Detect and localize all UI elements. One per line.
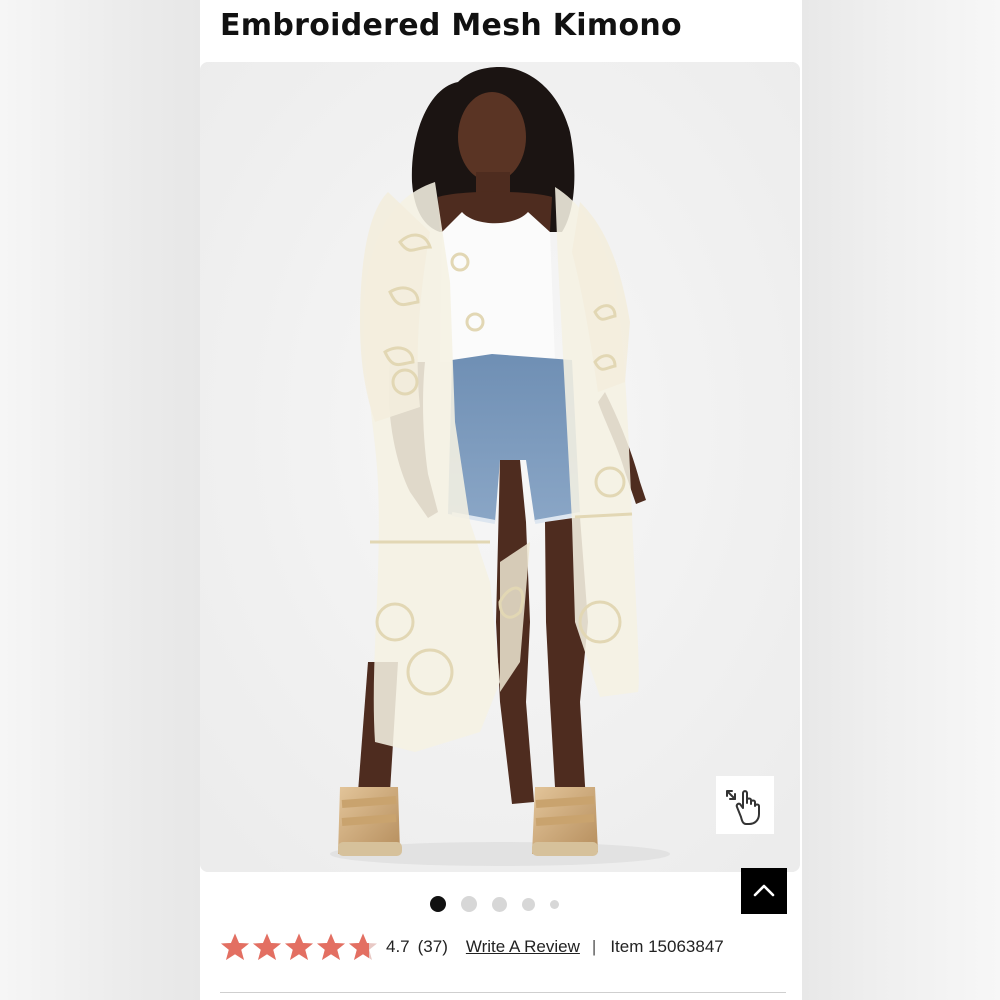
pagination-dot[interactable] bbox=[430, 896, 446, 912]
background-right bbox=[802, 0, 1000, 1000]
star-icon bbox=[253, 933, 281, 960]
star-icon bbox=[349, 933, 377, 960]
pagination-dot[interactable] bbox=[492, 896, 507, 912]
separator: | bbox=[591, 937, 597, 956]
item-number: Item 15063847 bbox=[610, 937, 724, 956]
chevron-up-icon bbox=[753, 884, 775, 897]
zoom-button[interactable] bbox=[716, 776, 774, 834]
star-icon bbox=[221, 933, 249, 960]
review-count[interactable]: (37) bbox=[418, 937, 448, 957]
pagination-dot[interactable] bbox=[550, 899, 559, 909]
star-rating[interactable] bbox=[220, 932, 378, 962]
pagination-dot[interactable] bbox=[461, 896, 477, 912]
product-image-gallery[interactable] bbox=[200, 62, 800, 872]
rating-score: 4.7 bbox=[386, 937, 410, 956]
back-to-top-button[interactable] bbox=[741, 868, 787, 914]
pagination-dot[interactable] bbox=[522, 897, 535, 911]
tap-to-zoom-hand-icon bbox=[726, 790, 760, 825]
product-photo bbox=[200, 62, 800, 872]
product-title: Embroidered Mesh Kimono bbox=[220, 8, 682, 43]
product-page: Embroidered Mesh Kimono 4.7 (37) Write A… bbox=[200, 0, 802, 1000]
rating-row: 4.7 (37) Write A Review | Item 15063847 bbox=[220, 931, 724, 963]
divider bbox=[220, 992, 786, 993]
gallery-pagination bbox=[430, 896, 559, 912]
write-review-link[interactable]: Write A Review bbox=[466, 937, 580, 957]
star-icon bbox=[285, 933, 313, 960]
star-icon bbox=[317, 933, 345, 960]
background-left bbox=[0, 0, 200, 1000]
